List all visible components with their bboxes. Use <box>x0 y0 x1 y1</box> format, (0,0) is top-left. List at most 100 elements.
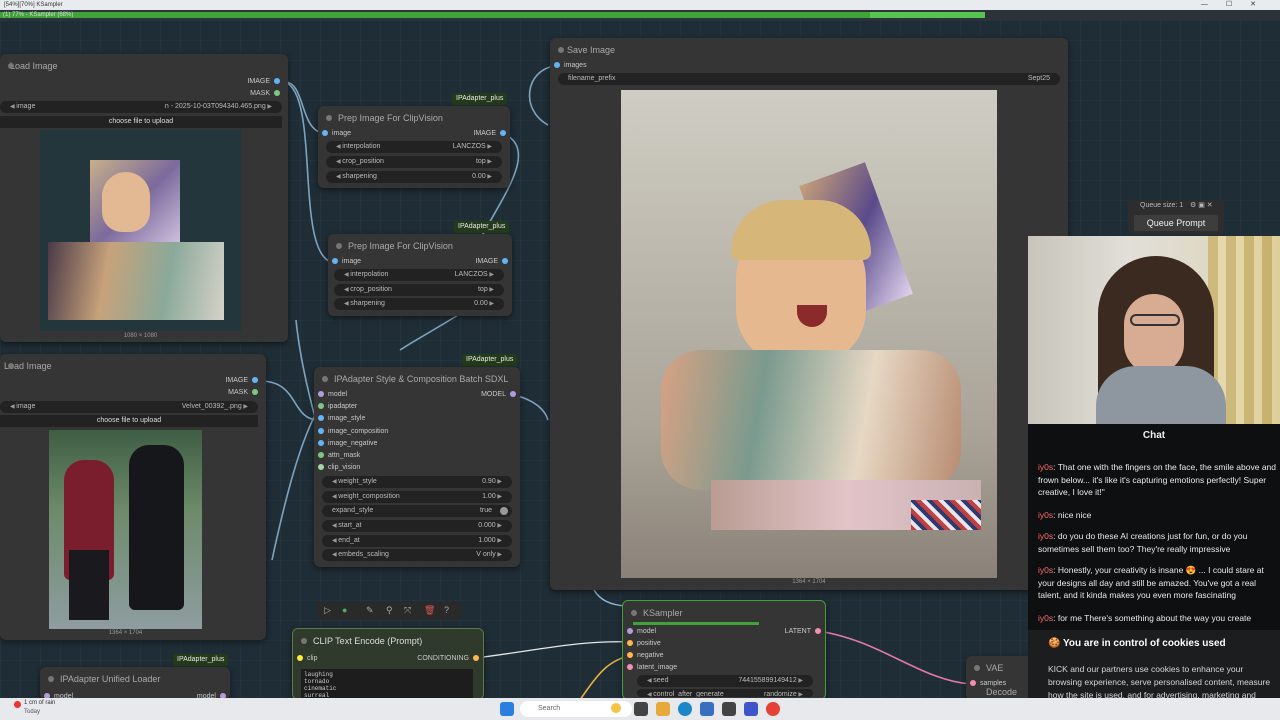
chrome-icon[interactable] <box>766 702 780 716</box>
embeds-scaling-widget[interactable]: embeds_scalingV only <box>322 549 512 561</box>
output-preview-image <box>621 90 997 578</box>
app-icon[interactable] <box>722 702 736 716</box>
input-image-negative[interactable]: image_negative <box>314 438 377 450</box>
input-attn-mask[interactable]: attn_mask <box>314 450 360 462</box>
queue-size-label: Queue size: 1 <box>1140 202 1184 209</box>
image-selector[interactable]: imageVelvet_00392_.png <box>0 401 258 413</box>
upload-button[interactable]: choose file to upload <box>0 116 282 128</box>
input-ipadapter[interactable]: ipadapter <box>314 401 357 413</box>
crop-position-widget[interactable]: crop_positiontop <box>334 284 504 296</box>
comfyui-icon[interactable] <box>744 702 758 716</box>
image-selector[interactable]: imagen - 2025-10-03T094340.465.png <box>0 101 282 113</box>
output-mask[interactable]: MASK <box>250 88 284 100</box>
output-conditioning[interactable]: CONDITIONING <box>417 653 483 665</box>
webcam-video <box>1028 236 1280 424</box>
file-explorer-icon[interactable] <box>656 702 670 716</box>
input-model[interactable]: model <box>623 626 656 638</box>
input-clip-vision[interactable]: clip_vision <box>314 462 360 474</box>
weather-icon[interactable] <box>14 701 21 708</box>
output-image[interactable]: IMAGE <box>247 76 284 88</box>
end-at-widget[interactable]: end_at1.000 <box>322 535 512 547</box>
chat-message: iy0s: for me There's something about the… <box>1038 613 1252 623</box>
record-icon[interactable]: ● <box>342 605 347 615</box>
chat-message: iy0s: nice nice <box>1038 510 1092 520</box>
filename-prefix-field[interactable]: filename_prefix Sept25 <box>558 73 1060 85</box>
save-image-node[interactable]: Save Image images filename_prefix Sept25 … <box>550 38 1068 590</box>
chat-message: iy0s: do you do these AI creations just … <box>1038 531 1248 554</box>
input-clip[interactable]: clip <box>293 653 318 665</box>
play-icon[interactable]: ▷ <box>324 605 331 616</box>
load-image-node-2[interactable]: Load Image IMAGE MASK imageVelvet_00392_… <box>0 354 266 640</box>
queue-panel: Queue size: 1 ⚙ ▣ ✕ Queue Prompt <box>1128 200 1224 234</box>
output-latent[interactable]: LATENT <box>785 626 825 638</box>
node-title: Prep Image For ClipVision <box>328 234 512 258</box>
bookmark-icon[interactable]: ⚲ <box>386 605 393 616</box>
store-icon[interactable] <box>700 702 714 716</box>
ipadapter-unified-loader-node[interactable]: IPAdapter Unified Loader model model <box>40 667 230 700</box>
weather-label[interactable]: 1 cm of rain <box>24 700 55 706</box>
input-samples[interactable]: samples <box>966 678 1006 690</box>
output-model[interactable]: MODEL <box>481 389 520 401</box>
input-model[interactable]: model <box>314 389 347 401</box>
prep-image-clipvision-node-2[interactable]: Prep Image For ClipVision image IMAGE in… <box>328 234 512 316</box>
vae-decode-node[interactable]: VAE Decode samples <box>966 656 1036 700</box>
weight-composition-widget[interactable]: weight_composition1.00 <box>322 491 512 503</box>
start-icon[interactable] <box>500 702 514 716</box>
help-icon[interactable]: ? <box>444 605 449 615</box>
node-title: Prep Image For ClipVision <box>318 106 510 130</box>
chat-message: iy0s: That one with the fingers on the f… <box>1038 462 1276 497</box>
upload-button[interactable]: choose file to upload <box>0 415 258 427</box>
input-image-style[interactable]: image_style <box>314 413 365 425</box>
expand-style-toggle[interactable]: expand_style true <box>322 505 512 517</box>
ksampler-node[interactable]: KSampler model positive negative latent_… <box>622 600 826 700</box>
input-negative[interactable]: negative <box>623 650 663 662</box>
image-size-label: 1080 × 1080 <box>123 333 158 339</box>
input-image[interactable]: image <box>318 128 351 140</box>
sharpening-widget[interactable]: sharpening0.00 <box>334 298 504 310</box>
prep-image-clipvision-node-1[interactable]: Prep Image For ClipVision image IMAGE in… <box>318 106 510 188</box>
cookie-title: You are in control of cookies used <box>1063 638 1226 649</box>
ksampler-progress <box>633 622 759 625</box>
ipadapter-style-composition-node[interactable]: IPAdapter Style & Composition Batch SDXL… <box>314 367 520 567</box>
input-image-composition[interactable]: image_composition <box>314 426 388 438</box>
input-positive[interactable]: positive <box>623 638 661 650</box>
output-image[interactable]: IMAGE <box>473 128 510 140</box>
input-image[interactable]: image <box>328 256 361 268</box>
delete-icon[interactable]: 🗑 <box>424 605 435 616</box>
output-image[interactable]: IMAGE <box>225 375 262 387</box>
selection-toolbar: ▷ ● ✎ ⚲ ⤧ 🗑 ? <box>316 602 462 620</box>
clip-text-encode-node[interactable]: CLIP Text Encode (Prompt) clip CONDITION… <box>292 628 484 701</box>
image-size-label: 1364 × 1704 <box>792 579 826 585</box>
cookie-icon: 🍪 <box>1048 638 1061 649</box>
node-badge: IPAdapter_plus <box>173 654 229 666</box>
output-mask[interactable]: MASK <box>228 387 262 399</box>
queue-settings-icon[interactable]: ⚙ ▣ ✕ <box>1190 201 1213 209</box>
queue-prompt-button[interactable]: Queue Prompt <box>1134 215 1218 231</box>
load-image-node-1[interactable]: Load Image IMAGE MASK imagen - 2025-10-0… <box>0 54 288 342</box>
output-image[interactable]: IMAGE <box>475 256 512 268</box>
weather-sub: Today <box>24 709 41 715</box>
input-images[interactable]: images <box>550 60 587 72</box>
node-title: CLIP Text Encode (Prompt) <box>293 629 483 653</box>
copilot-icon[interactable] <box>611 703 621 713</box>
weight-style-widget[interactable]: weight_style0.90 <box>322 476 512 488</box>
start-at-widget[interactable]: start_at0.000 <box>322 520 512 532</box>
preview-image <box>40 130 241 331</box>
node-badge: IPAdapter_plus <box>452 93 508 105</box>
progress-label: (1) 77% - KSampler (68%) <box>3 12 74 18</box>
input-latent-image[interactable]: latent_image <box>623 662 677 674</box>
control-after-generate-widget[interactable]: control_after_generaterandomize <box>637 689 813 697</box>
node-title: VAE Decode <box>966 656 1036 697</box>
prompt-textarea[interactable]: laughing tornado cinematic surreal <box>301 669 473 701</box>
layout-icon[interactable]: ⤧ <box>404 605 411 616</box>
seed-widget[interactable]: seed744155899149412 <box>637 675 813 687</box>
crop-position-widget[interactable]: crop_positiontop <box>326 156 502 168</box>
interpolation-widget[interactable]: interpolationLANCZOS <box>326 141 502 153</box>
interpolation-widget[interactable]: interpolationLANCZOS <box>334 269 504 281</box>
node-title: Save Image <box>550 38 1068 62</box>
edge-icon[interactable] <box>678 702 692 716</box>
taskbar: 1 cm of rain Today Search <box>0 698 1280 720</box>
sharpening-widget[interactable]: sharpening0.00 <box>326 171 502 183</box>
task-view-icon[interactable] <box>634 702 648 716</box>
pin-icon[interactable]: ✎ <box>366 605 374 616</box>
